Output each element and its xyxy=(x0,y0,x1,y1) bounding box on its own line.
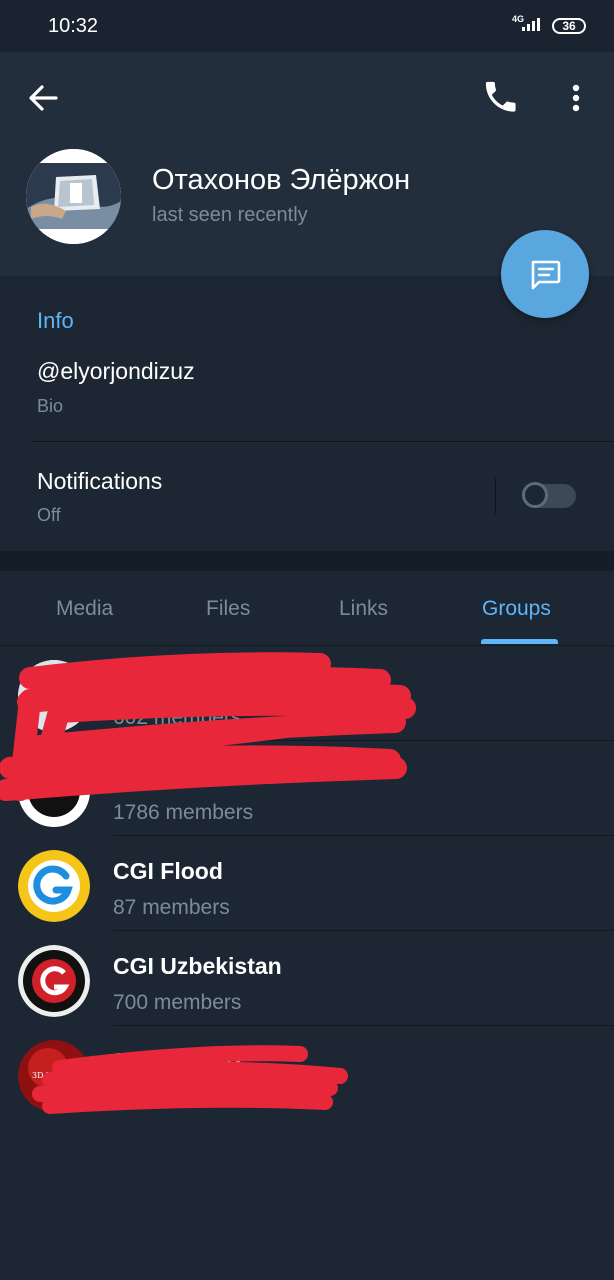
tab-groups[interactable]: Groups xyxy=(482,597,551,621)
group-members: 1786 members xyxy=(113,801,254,824)
notifications-value: Off xyxy=(37,505,61,525)
group-title: CGI Flood xyxy=(113,858,223,884)
profile-avatar[interactable] xyxy=(26,149,121,244)
bio-label: Bio xyxy=(37,396,64,416)
send-message-button[interactable] xyxy=(501,230,589,318)
call-button[interactable] xyxy=(480,76,524,120)
arrow-left-icon xyxy=(29,85,58,111)
list-item[interactable]: 602 members xyxy=(0,646,614,741)
list-item[interactable]: CGI Uzbekistan 700 members xyxy=(0,931,614,1026)
divider xyxy=(32,441,614,442)
info-title: Info xyxy=(37,308,74,333)
tab-links[interactable]: Links xyxy=(339,597,388,621)
group-members: 87 members xyxy=(113,896,230,919)
list-item[interactable]: 1786 members xyxy=(0,741,614,836)
group-avatar-cgi-uzbekistan xyxy=(18,945,90,1017)
shared-media-tabs: Media Files Links Groups xyxy=(0,571,614,646)
group-avatar xyxy=(18,755,90,827)
divider-vertical xyxy=(495,478,496,514)
list-item[interactable]: CGI Flood 87 members xyxy=(0,836,614,931)
battery-icon: 36 xyxy=(552,18,586,34)
username[interactable]: @elyorjondizuz xyxy=(37,358,195,385)
svg-text:3D MODEL: 3D MODEL xyxy=(32,1071,79,1080)
phone-icon xyxy=(485,81,516,112)
group-title: 3DModel UZ xyxy=(113,1048,246,1074)
section-gap xyxy=(0,551,614,571)
list-item[interactable]: 3D MODEL 3DModel UZ xyxy=(0,1026,614,1121)
more-options-button[interactable] xyxy=(556,76,596,120)
group-members: 602 members xyxy=(113,706,242,729)
info-section: Info @elyorjondizuz Bio Notifications Of… xyxy=(0,276,614,551)
tab-files[interactable]: Files xyxy=(206,597,250,621)
notifications-label[interactable]: Notifications xyxy=(37,468,162,495)
status-bar: 10:32 4G 36 xyxy=(0,0,614,52)
active-tab-indicator xyxy=(481,639,558,644)
group-avatar: 3D MODEL xyxy=(18,1040,90,1112)
group-members: 700 members xyxy=(113,991,242,1014)
last-seen-status: last seen recently xyxy=(152,204,308,226)
profile-name: Отахонов Элёржон xyxy=(152,164,411,196)
tab-media[interactable]: Media xyxy=(56,597,113,621)
group-title: CGI Uzbekistan xyxy=(113,953,282,979)
signal-icon xyxy=(522,18,540,31)
toggle-knob xyxy=(522,482,548,508)
message-icon xyxy=(531,260,561,290)
group-avatar xyxy=(18,660,90,732)
status-time: 10:32 xyxy=(48,15,99,37)
group-avatar-cgi-flood xyxy=(18,850,90,922)
avatar-image xyxy=(26,149,121,244)
back-button[interactable] xyxy=(22,76,66,120)
more-vertical-icon xyxy=(572,84,580,112)
notifications-toggle[interactable] xyxy=(522,482,576,508)
